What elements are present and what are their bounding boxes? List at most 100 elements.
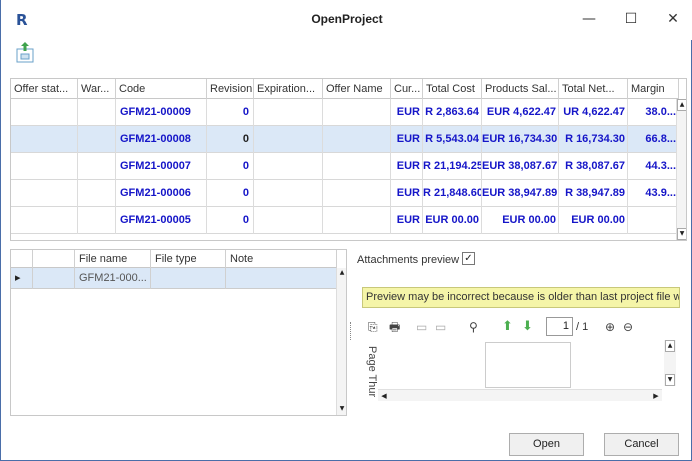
scroll-down-arrow-icon[interactable]: ▼ bbox=[337, 404, 346, 415]
cell-code: GFM21-00008 bbox=[116, 126, 207, 153]
cell-status bbox=[11, 180, 78, 207]
cell-total-net: R 38,947.89 bbox=[559, 180, 628, 207]
column-header-file-name[interactable]: File name bbox=[75, 250, 151, 268]
cell-expiration bbox=[254, 153, 323, 180]
column-header-currency[interactable]: Cur... bbox=[391, 79, 423, 99]
cell-warehouse bbox=[78, 99, 116, 126]
page-total-label: / 1 bbox=[576, 321, 589, 333]
scroll-up-arrow-icon[interactable]: ▲ bbox=[665, 340, 675, 352]
table-row[interactable]: GFM21-00006 0 EUR R 21,848.60 EUR 38,947… bbox=[11, 180, 679, 207]
copy-icon[interactable]: ⎘ bbox=[368, 318, 378, 336]
cell-warehouse bbox=[78, 180, 116, 207]
attachments-vertical-scrollbar[interactable]: ▲ ▼ bbox=[336, 268, 346, 415]
column-header-offer-status[interactable]: Offer stat... bbox=[11, 79, 78, 99]
column-header-indicator bbox=[11, 250, 33, 268]
zoom-in-icon[interactable]: ⊕ bbox=[605, 318, 615, 336]
cell-total-net: R 38,087.67 bbox=[559, 153, 628, 180]
minimize-button[interactable]: — bbox=[574, 8, 604, 30]
cell-products-sales: EUR 38,947.89 bbox=[482, 180, 559, 207]
column-header-offer-name[interactable]: Offer Name bbox=[323, 79, 391, 99]
table-row[interactable]: GFM21-00005 0 EUR EUR 00.00 EUR 00.00 EU… bbox=[11, 207, 679, 234]
cell-total-cost: R 5,543.04 bbox=[423, 126, 482, 153]
column-header-total-cost[interactable]: Total Cost bbox=[423, 79, 482, 99]
cell-products-sales: EUR 4,622.47 bbox=[482, 99, 559, 126]
single-page-icon[interactable]: ▭ bbox=[416, 318, 427, 336]
column-header-note[interactable]: Note bbox=[226, 250, 337, 268]
cell-code: GFM21-00009 bbox=[116, 99, 207, 126]
maximize-button[interactable]: ☐ bbox=[616, 8, 646, 30]
cell-status bbox=[11, 153, 78, 180]
scroll-up-arrow-icon[interactable]: ▲ bbox=[677, 99, 686, 111]
cell-revision: 0 bbox=[207, 180, 254, 207]
cell-offer-name bbox=[323, 99, 391, 126]
document-preview-page bbox=[485, 342, 571, 388]
scroll-down-arrow-icon[interactable]: ▼ bbox=[677, 228, 686, 240]
scroll-down-arrow-icon[interactable]: ▼ bbox=[665, 374, 675, 386]
page-thumbnails-tab[interactable]: Page Thur bbox=[364, 346, 378, 406]
cell-status bbox=[11, 99, 78, 126]
scroll-right-arrow-icon[interactable]: ▶ bbox=[650, 390, 662, 402]
column-header-products-sales[interactable]: Products Sal... bbox=[482, 79, 559, 99]
find-icon[interactable]: ⚲ bbox=[469, 318, 478, 336]
column-header-code[interactable]: Code bbox=[116, 79, 207, 99]
attachments-grid[interactable]: File name File type Note ▸ GFM21-000... … bbox=[10, 249, 347, 416]
cell-margin: 66.8... bbox=[628, 126, 679, 153]
column-header-blank bbox=[33, 250, 75, 268]
cell-warehouse bbox=[78, 207, 116, 234]
column-header-expiration[interactable]: Expiration... bbox=[254, 79, 323, 99]
cell-revision: 0 bbox=[207, 153, 254, 180]
open-button[interactable]: Open bbox=[509, 433, 584, 456]
cell-code: GFM21-00005 bbox=[116, 207, 207, 234]
cell-currency: EUR bbox=[391, 207, 423, 234]
cell-margin: 44.3... bbox=[628, 153, 679, 180]
attachments-grid-header: File name File type Note bbox=[11, 250, 337, 268]
column-header-margin[interactable]: Margin bbox=[628, 79, 679, 99]
column-header-revision[interactable]: Revision bbox=[207, 79, 254, 99]
splitter-handle[interactable] bbox=[350, 322, 352, 340]
cell-revision: 0 bbox=[207, 207, 254, 234]
scroll-left-arrow-icon[interactable]: ◀ bbox=[378, 390, 390, 402]
cell-products-sales: EUR 00.00 bbox=[482, 207, 559, 234]
cancel-button[interactable]: Cancel bbox=[604, 433, 679, 456]
close-button[interactable]: ✕ bbox=[658, 8, 688, 30]
cell-expiration bbox=[254, 126, 323, 153]
cell-code: GFM21-00006 bbox=[116, 180, 207, 207]
cell-products-sales: EUR 38,087.67 bbox=[482, 153, 559, 180]
column-header-file-type[interactable]: File type bbox=[151, 250, 226, 268]
next-page-icon[interactable]: ⬇ bbox=[522, 318, 533, 336]
column-header-total-net[interactable]: Total Net... bbox=[559, 79, 628, 99]
zoom-out-icon[interactable]: ⊖ bbox=[623, 318, 633, 336]
table-row[interactable]: GFM21-00009 0 EUR R 2,863.64 EUR 4,622.4… bbox=[11, 99, 679, 126]
table-row-selected[interactable]: ▸ GFM21-000... bbox=[11, 268, 337, 289]
page-number-input[interactable]: 1 bbox=[546, 317, 573, 336]
previous-page-icon[interactable]: ⬆ bbox=[502, 318, 513, 336]
cell-margin bbox=[628, 207, 679, 234]
cell-total-cost: R 21,848.60 bbox=[423, 180, 482, 207]
cell-file-type bbox=[151, 268, 226, 289]
preview-vertical-scrollbar[interactable]: ▲ ▼ bbox=[664, 340, 676, 386]
column-header-warehouse[interactable]: War... bbox=[78, 79, 116, 99]
cell-file-name: GFM21-000... bbox=[75, 268, 151, 289]
cell-expiration bbox=[254, 180, 323, 207]
title-bar: R OpenProject — ☐ ✕ bbox=[1, 0, 692, 40]
cell-revision: 0 bbox=[207, 126, 254, 153]
cell-total-net: R 16,734.30 bbox=[559, 126, 628, 153]
offers-vertical-scrollbar[interactable]: ▲ ▼ bbox=[676, 99, 686, 240]
cell-note bbox=[226, 268, 337, 289]
export-open-icon[interactable] bbox=[15, 40, 35, 64]
table-row-selected[interactable]: GFM21-00008 0 EUR R 5,543.04 EUR 16,734.… bbox=[11, 126, 679, 153]
print-icon[interactable]: 🖶 bbox=[389, 318, 400, 336]
offers-grid[interactable]: Offer stat... War... Code Revision Expir… bbox=[10, 78, 687, 241]
table-row[interactable]: GFM21-00007 0 EUR R 21,194.25 EUR 38,087… bbox=[11, 153, 679, 180]
preview-horizontal-scrollbar[interactable]: ◀ ▶ bbox=[378, 389, 662, 401]
cell-offer-name bbox=[323, 207, 391, 234]
cell-expiration bbox=[254, 207, 323, 234]
scroll-up-arrow-icon[interactable]: ▲ bbox=[337, 268, 346, 280]
two-page-icon[interactable]: ▭ bbox=[435, 318, 446, 336]
cell-code: GFM21-00007 bbox=[116, 153, 207, 180]
attachments-preview-checkbox[interactable]: ✓ bbox=[462, 252, 475, 265]
cell-total-net: EUR 00.00 bbox=[559, 207, 628, 234]
outdated-preview-notice: Preview may be incorrect because is olde… bbox=[362, 287, 680, 308]
cell-margin: 43.9... bbox=[628, 180, 679, 207]
cell-status bbox=[11, 126, 78, 153]
